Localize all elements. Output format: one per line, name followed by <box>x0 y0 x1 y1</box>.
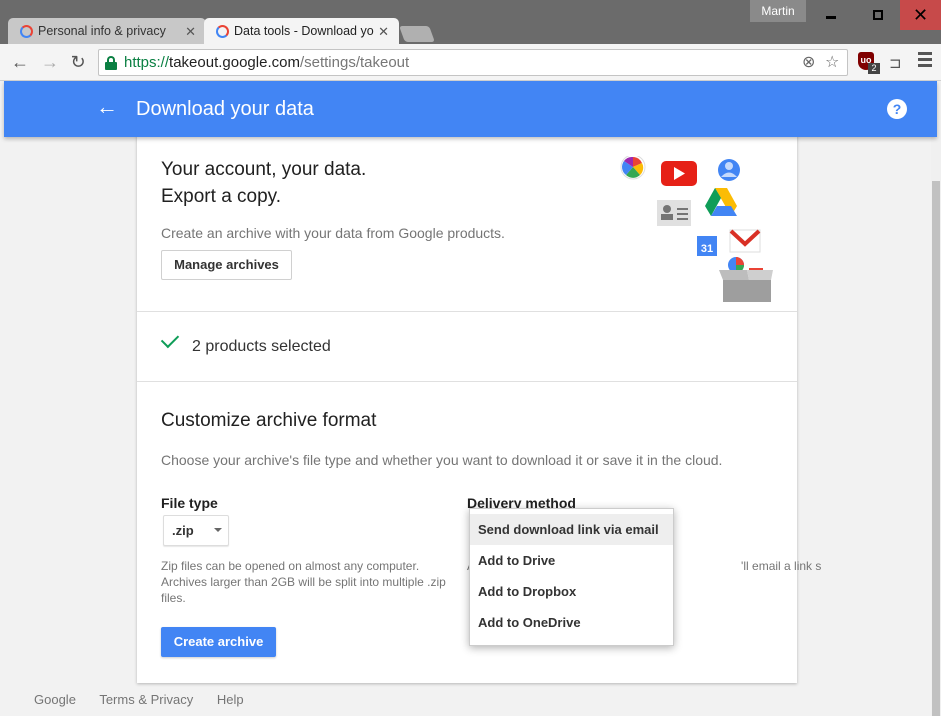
address-bar[interactable]: https://takeout.google.com/settings/take… <box>98 49 848 76</box>
delivery-option-drive[interactable]: Add to Drive <box>470 545 673 576</box>
help-icon[interactable]: ? <box>887 99 907 119</box>
minimize-icon <box>826 16 836 19</box>
google-favicon-icon <box>216 25 229 38</box>
tab-title: Data tools - Download yo <box>234 24 374 38</box>
takeout-card: Your account, your data. Export a copy. … <box>137 123 821 683</box>
check-icon <box>160 329 180 349</box>
page-scrollbar[interactable] <box>931 81 941 716</box>
profile-button[interactable]: Martin <box>750 0 806 22</box>
page-title: Download your data <box>136 98 314 120</box>
file-type-help: Zip files can be opened on almost any co… <box>161 559 446 605</box>
customize-description: Choose your archive's file type and whet… <box>161 452 723 468</box>
browser-toolbar: ← → ↻ https://takeout.google.com/setting… <box>0 44 941 81</box>
products-selected-text: 2 products selected <box>192 338 331 355</box>
new-tab-button[interactable] <box>399 26 435 42</box>
customize-section: Customize archive format Choose your arc… <box>137 382 821 683</box>
ublock-badge: 2 <box>868 63 880 74</box>
url-text: https://takeout.google.com/settings/take… <box>124 54 410 71</box>
tab-title: Personal info & privacy <box>38 24 166 38</box>
delivery-option-onedrive[interactable]: Add to OneDrive <box>470 607 673 638</box>
google-favicon-icon <box>20 25 33 38</box>
tab-personal-info[interactable]: Personal info & privacy ✕ <box>8 18 206 45</box>
hero-description: Create an archive with your data from Go… <box>161 225 505 241</box>
app-bar: ← Download your data ? <box>4 81 937 137</box>
maximize-button[interactable] <box>855 0 901 30</box>
close-icon: ✕ <box>912 5 929 25</box>
customize-title: Customize archive format <box>161 410 377 431</box>
file-type-select[interactable]: .zip <box>163 515 229 546</box>
footer-link-google[interactable]: Google <box>34 692 76 707</box>
products-selected-section[interactable]: 2 products selected <box>137 312 797 382</box>
tab-close-icon[interactable]: ✕ <box>185 18 196 45</box>
back-arrow-icon[interactable]: ← <box>96 95 118 119</box>
cast-icon[interactable]: ⊐ <box>889 54 902 72</box>
chevron-down-icon <box>214 528 222 532</box>
tab-data-tools[interactable]: Data tools - Download yo ✕ <box>204 18 399 45</box>
close-window-button[interactable]: ✕ <box>900 0 941 30</box>
svg-text:31: 31 <box>701 243 713 255</box>
back-button[interactable]: ← <box>8 50 32 74</box>
create-archive-button[interactable]: Create archive <box>161 627 276 657</box>
minimize-button[interactable] <box>808 0 854 30</box>
maximize-icon <box>873 10 883 20</box>
delivery-method-dropdown[interactable]: Send download link via email Add to Driv… <box>469 508 674 646</box>
scrollbar-thumb[interactable] <box>932 181 940 716</box>
window-titlebar: Personal info & privacy ✕ Data tools - D… <box>0 0 941 45</box>
reload-button[interactable]: ↻ <box>66 50 90 74</box>
google-products-illustration-icon: 31 <box>613 154 783 306</box>
forward-button[interactable]: → <box>38 50 62 74</box>
browser-menu-icon[interactable] <box>918 52 932 70</box>
bookmark-star-icon[interactable]: ☆ <box>825 54 839 72</box>
delivery-option-email[interactable]: Send download link via email <box>470 514 673 545</box>
lock-icon <box>105 56 117 70</box>
footer-link-help[interactable]: Help <box>217 692 244 707</box>
footer: Google Terms & Privacy Help <box>34 692 264 707</box>
delivery-option-dropbox[interactable]: Add to Dropbox <box>470 576 673 607</box>
cookie-blocked-icon[interactable]: ⊗ <box>802 54 815 72</box>
file-type-label: File type <box>161 495 218 511</box>
tab-close-icon[interactable]: ✕ <box>378 18 389 45</box>
footer-link-terms[interactable]: Terms & Privacy <box>99 692 193 707</box>
hero-title: Your account, your data. Export a copy. <box>161 159 367 207</box>
hero-section: Your account, your data. Export a copy. … <box>137 123 797 312</box>
manage-archives-button[interactable]: Manage archives <box>161 250 292 280</box>
